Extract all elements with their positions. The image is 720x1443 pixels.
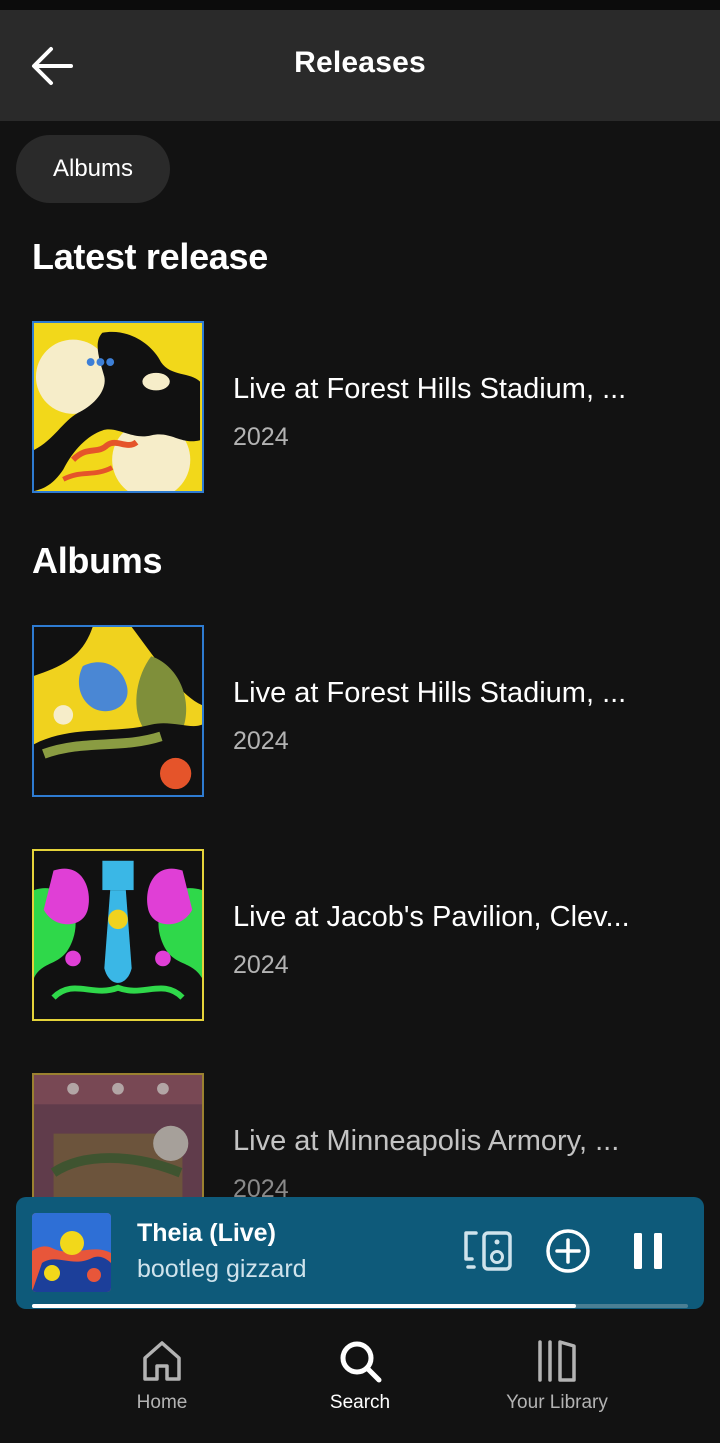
playback-progress[interactable]: [32, 1304, 688, 1308]
album-title: Live at Jacob's Pavilion, Clev...: [233, 901, 630, 933]
now-playing-artist: bootleg gizzard: [137, 1255, 307, 1283]
bottom-navigation: Home Search Your Library: [0, 1320, 720, 1443]
library-icon: [538, 1340, 576, 1382]
status-bar: [0, 0, 720, 10]
now-playing-bar[interactable]: Theia (Live) bootleg gizzard: [16, 1197, 704, 1309]
album-year: 2024: [233, 423, 289, 451]
latest-release-item[interactable]: Live at Forest Hills Stadium, ... 2024: [32, 321, 692, 497]
album-title: Live at Minneapolis Armory, ...: [233, 1125, 620, 1157]
now-playing-art: [32, 1213, 111, 1292]
search-icon: [340, 1341, 382, 1383]
latest-release-heading: Latest release: [32, 236, 268, 277]
album-year: 2024: [233, 951, 289, 979]
home-icon: [143, 1341, 181, 1381]
nav-library-label: Your Library: [506, 1392, 608, 1413]
connect-devices-button[interactable]: [460, 1223, 516, 1279]
nav-home-label: Home: [136, 1392, 188, 1413]
pause-button[interactable]: [620, 1223, 676, 1279]
nav-search-label: Search: [329, 1392, 391, 1413]
albums-heading: Albums: [32, 540, 163, 581]
album-cover: [32, 321, 204, 493]
add-to-library-button[interactable]: [540, 1223, 596, 1279]
nav-search[interactable]: Search: [270, 1338, 450, 1428]
now-playing-title: Theia (Live): [137, 1219, 276, 1247]
album-cover: [32, 849, 204, 1021]
add-circle-icon: [546, 1229, 590, 1273]
album-title: Live at Forest Hills Stadium, ...: [233, 677, 627, 709]
top-app-bar: Releases: [0, 10, 720, 121]
pause-icon: [634, 1233, 662, 1269]
playback-progress-fill: [32, 1304, 577, 1308]
nav-library[interactable]: Your Library: [467, 1338, 647, 1428]
album-item[interactable]: Live at Forest Hills Stadium, ... 2024: [32, 625, 692, 801]
album-cover: [32, 625, 204, 797]
page-title: Releases: [294, 46, 426, 79]
album-title: Live at Forest Hills Stadium, ...: [233, 373, 627, 405]
filter-chip-albums[interactable]: Albums: [16, 135, 170, 203]
album-item[interactable]: Live at Jacob's Pavilion, Clev... 2024: [32, 849, 692, 1025]
devices-icon: [464, 1231, 512, 1271]
nav-home[interactable]: Home: [72, 1338, 252, 1428]
album-year: 2024: [233, 727, 289, 755]
